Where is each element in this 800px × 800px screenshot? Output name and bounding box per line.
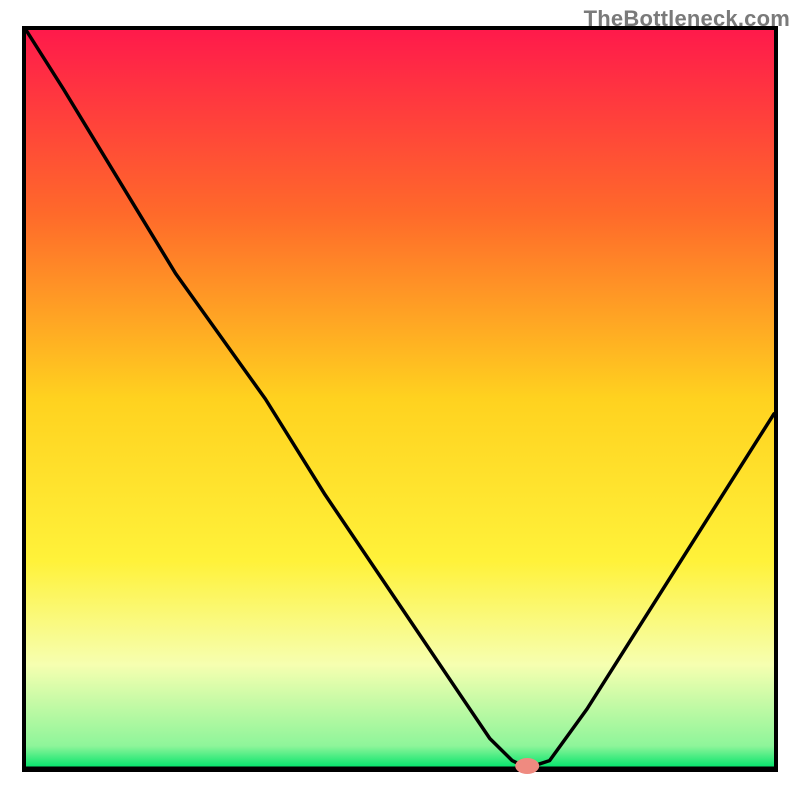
plot-background	[26, 30, 774, 768]
bottleneck-chart	[0, 0, 800, 800]
watermark-text: TheBottleneck.com	[584, 6, 790, 32]
chart-container: TheBottleneck.com	[0, 0, 800, 800]
optimal-marker	[515, 758, 539, 774]
